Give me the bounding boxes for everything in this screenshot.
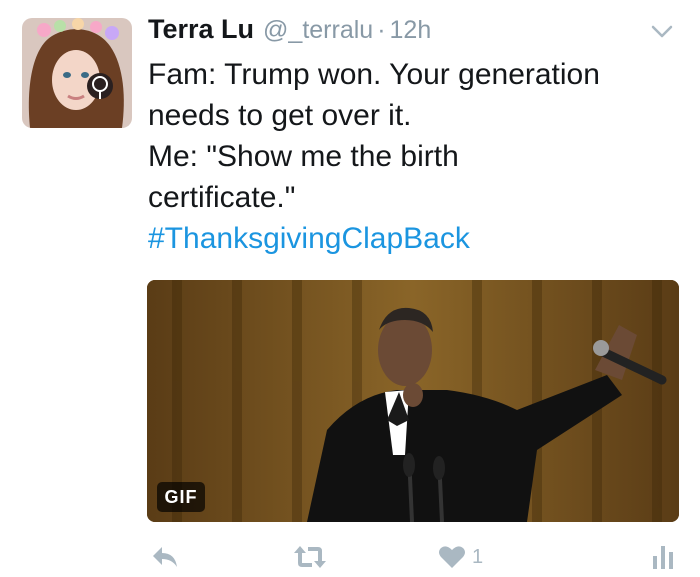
analytics-button[interactable]: [652, 540, 674, 574]
timestamp[interactable]: 12h: [390, 16, 432, 45]
chevron-down-icon[interactable]: [650, 24, 674, 40]
gif-media[interactable]: GIF: [147, 280, 679, 522]
avatar[interactable]: [22, 18, 132, 128]
like-button[interactable]: 1: [438, 540, 483, 574]
reply-icon: [153, 547, 177, 567]
hashtag-link[interactable]: #ThanksgivingClapBack: [148, 218, 678, 259]
tweet-text-line: Fam: Trump won. Your generation: [148, 58, 600, 91]
tweet-text-line: Me: "Show me the birth: [148, 140, 459, 173]
separator-dot: ·: [377, 16, 386, 44]
analytics-icon: [653, 546, 673, 569]
tweet-header: Terra Lu @_terralu · 12h: [148, 14, 431, 50]
reply-button[interactable]: [150, 540, 180, 574]
author-name[interactable]: Terra Lu: [148, 14, 254, 45]
retweet-icon: [294, 546, 326, 568]
gif-badge: GIF: [157, 482, 205, 512]
retweet-button[interactable]: [292, 540, 328, 574]
gif-thumbnail: [147, 280, 679, 522]
tweet-text-line: needs to get over it.: [148, 99, 412, 132]
author-handle[interactable]: @_terralu: [263, 16, 373, 45]
tweet: Terra Lu @_terralu · 12h Fam: Trump won.…: [0, 0, 700, 577]
tweet-text-line: certificate.": [148, 181, 296, 214]
tweet-actions: 1: [0, 540, 700, 574]
heart-icon: [439, 546, 465, 568]
like-count: 1: [472, 545, 484, 568]
tweet-text: Fam: Trump won. Your generation needs to…: [148, 54, 678, 259]
